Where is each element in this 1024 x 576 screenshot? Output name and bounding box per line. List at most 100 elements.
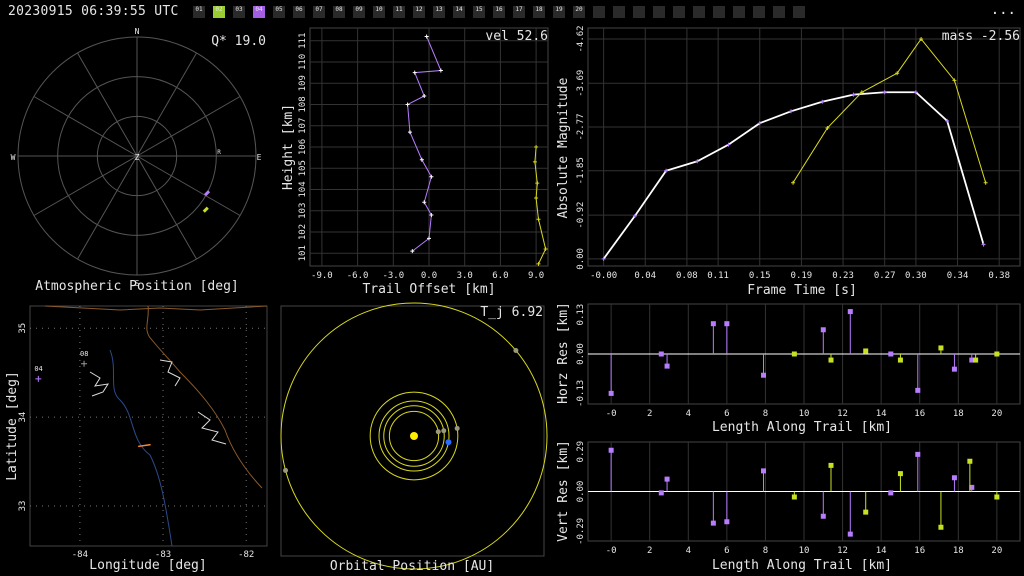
x-tick-label: 4 [686, 409, 691, 419]
y-tick-label: -2.77 [576, 113, 586, 140]
planet-marker [441, 428, 447, 434]
x-tick-label: -0.00 [590, 271, 617, 281]
y-tick-label: 0.29 [576, 441, 586, 463]
y-tick-label: -0.29 [576, 518, 586, 545]
magnitude-plot: -0.00 0.04 0.08 0.11 0.15 0.19 0.23 0.27 0.30 0.3… [576, 25, 1021, 281]
x-tick-label: 18 [953, 409, 964, 419]
x-tick-label: 0.04 [634, 271, 656, 281]
x-tick-label: 8 [763, 409, 768, 419]
x-tick-label: 4 [686, 546, 691, 556]
y-tick-label: 0.00 [576, 248, 586, 270]
station-marker-04 [35, 375, 42, 382]
y-tick-label: 103 [298, 203, 308, 219]
station-box-empty-24 [673, 6, 685, 18]
station-box-empty-30 [793, 6, 805, 18]
station-box-empty-25 [693, 6, 705, 18]
x-tick-label: 0.38 [988, 271, 1010, 281]
orbit-xlabel: Orbital Position [AU] [330, 559, 494, 574]
residual-point-02 [973, 357, 979, 363]
y-tick-label: 110 [298, 54, 308, 70]
residual-point-04 [888, 490, 894, 496]
map-ylabel: Latitude [deg] [5, 371, 20, 481]
polar-spoke [136, 96, 241, 157]
residual-point-04 [724, 321, 730, 327]
polar-spoke [77, 155, 138, 260]
trail-point-04 [429, 213, 434, 217]
station-label: 12 [415, 6, 423, 13]
x-tick-label: 10 [799, 546, 810, 556]
y-tick-label: 107 [298, 118, 308, 134]
residual-point-04 [847, 531, 853, 537]
x-tick-label: 0.08 [676, 271, 698, 281]
residual-point-04 [608, 390, 614, 396]
y-tick-label: 104 [298, 181, 308, 197]
residual-point-04 [888, 351, 894, 357]
radiant-point-04 [203, 190, 211, 197]
map-frame [29, 305, 268, 547]
map-xlabel: Longitude [deg] [89, 558, 206, 573]
station-label: 13 [435, 6, 443, 13]
station-map-label: 08 [80, 350, 88, 358]
station-label: 10 [375, 6, 383, 13]
polar-spoke [33, 96, 138, 157]
x-tick-label: -84 [72, 550, 88, 560]
y-tick-label: 101 [298, 245, 308, 261]
y-tick-label: 109 [298, 75, 308, 91]
station-label: 01 [195, 6, 203, 13]
x-tick-label: 3.0 [457, 271, 473, 281]
polar-spoke [136, 155, 197, 260]
station-label: 15 [475, 6, 483, 13]
planet-marker [435, 429, 441, 435]
x-tick-label: 0.15 [749, 271, 771, 281]
trail-point-04 [422, 94, 427, 98]
residual-point-04 [820, 513, 826, 519]
trail-plot: -9.0 -6.0 -3.0 0.0 3.0 6.0 9.0 101 102 103 104 105 1… [298, 27, 549, 281]
station-label: 09 [355, 6, 363, 13]
radiant-point-02 [202, 206, 209, 213]
trail-point-02 [536, 217, 541, 222]
x-tick-label: 6.0 [492, 271, 508, 281]
vert-res-xlabel: Length Along Trail [km] [712, 558, 892, 573]
orbit-frame [280, 305, 545, 557]
y-tick-label: 106 [298, 139, 308, 155]
x-tick-label: 16 [914, 546, 925, 556]
x-tick-label: 0.11 [707, 271, 729, 281]
station-label: 17 [515, 6, 523, 13]
compass-label-N: N [135, 27, 140, 36]
x-tick-label: 0.34 [947, 271, 969, 281]
x-tick-label: 0.0 [421, 271, 437, 281]
station-box-empty-23 [653, 6, 665, 18]
lake-outline [89, 371, 110, 397]
atmospheric-xlabel: Atmospheric Position [deg] [35, 279, 239, 294]
lake-outline [197, 411, 227, 445]
station-label: 20 [575, 6, 583, 13]
trail-point-04 [407, 130, 412, 135]
station-label: 03 [235, 6, 243, 13]
trail-point-02 [534, 196, 539, 200]
residual-point-02 [863, 348, 869, 354]
y-tick-label: -3.69 [576, 70, 586, 97]
x-tick-label: 10 [799, 409, 810, 419]
x-tick-label: 6 [724, 546, 729, 556]
station-box-empty-21 [613, 6, 625, 18]
x-tick-label: 14 [876, 546, 887, 556]
y-tick-label: 0.13 [576, 304, 586, 326]
x-tick-label: 16 [914, 409, 925, 419]
x-tick-label: 0.23 [832, 271, 854, 281]
trail-point-04 [412, 70, 417, 75]
ground-track [137, 443, 151, 448]
magnitude-fit-line [602, 91, 985, 260]
dashboard-canvas: 01 02 03 04 05 06 07 08 09 10 11 12 13 14 15 16 17 18 19 20… [5, 6, 1021, 574]
trail-point-04 [424, 34, 429, 39]
trail-point-04 [405, 102, 410, 107]
trail-point-04 [422, 200, 427, 205]
planet-marker [454, 425, 460, 431]
magnitude-line-02 [792, 38, 987, 183]
residual-point-04 [761, 468, 766, 474]
residual-point-04 [658, 351, 664, 357]
station-box-empty-28 [753, 6, 765, 18]
trail-point-02 [543, 247, 548, 251]
residual-point-04 [608, 447, 614, 453]
polar-spoke [33, 155, 138, 216]
trail-point-04 [419, 157, 424, 162]
